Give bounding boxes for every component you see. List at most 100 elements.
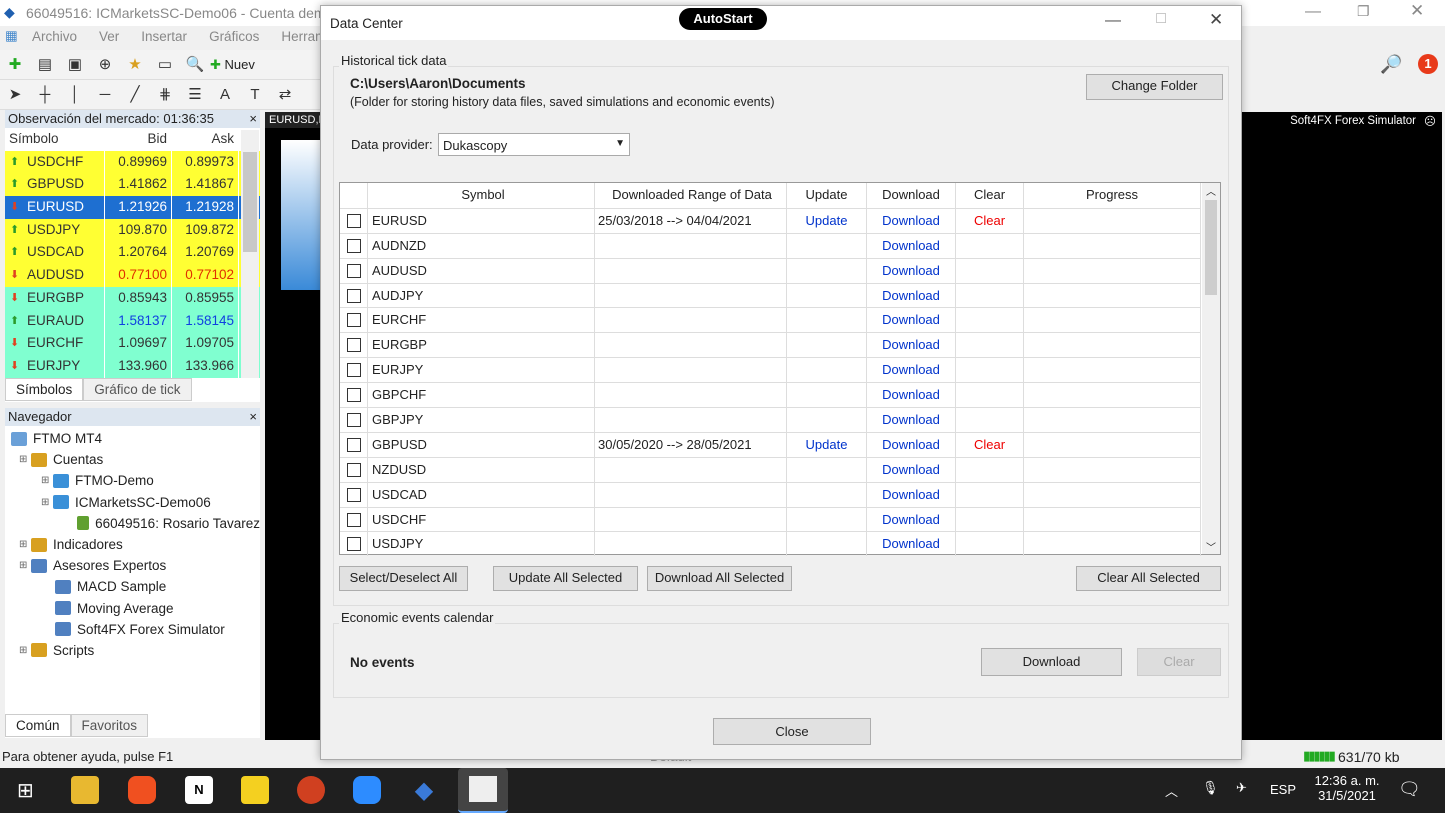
zoom-icon[interactable] bbox=[353, 776, 381, 804]
market-watch-row[interactable]: ⬇ AUDUSD 0.77100 0.77102 bbox=[5, 264, 260, 287]
market-watch-row[interactable]: ⬆ USDCHF 0.89969 0.89973 bbox=[5, 150, 260, 174]
clear-all-selected-button[interactable]: Clear All Selected bbox=[1076, 566, 1221, 591]
row-checkbox[interactable] bbox=[347, 462, 361, 477]
microphone-icon[interactable]: 🎙 bbox=[1202, 780, 1219, 796]
table-scrollbar[interactable]: ︿ ﹀ bbox=[1202, 183, 1220, 554]
horizontal-line-icon[interactable]: ─ bbox=[94, 86, 116, 106]
crosshair-tool-icon[interactable]: ┼ bbox=[34, 86, 56, 106]
row-checkbox[interactable] bbox=[347, 238, 361, 253]
clear-link[interactable]: Clear bbox=[956, 431, 1024, 457]
terminal-icon[interactable]: ▭ bbox=[154, 55, 176, 75]
tab-favorites[interactable]: Favoritos bbox=[70, 714, 149, 737]
row-checkbox[interactable] bbox=[347, 338, 361, 353]
menu-archivo[interactable]: Archivo bbox=[32, 29, 77, 44]
navigator-item[interactable]: FTMO MT4 bbox=[5, 428, 260, 449]
notification-badge[interactable]: 1 bbox=[1418, 54, 1438, 74]
download-link[interactable]: Download bbox=[867, 431, 956, 457]
clock[interactable]: 12:36 a. m. 31/5/2021 bbox=[1312, 773, 1382, 803]
row-checkbox[interactable] bbox=[347, 363, 361, 378]
row-checkbox[interactable] bbox=[347, 512, 361, 527]
navigator-item[interactable]: ⊞ Cuentas bbox=[5, 449, 260, 470]
close-icon[interactable]: × bbox=[249, 409, 257, 424]
expand-icon[interactable]: ⊞ bbox=[19, 645, 31, 656]
dialog-close-button[interactable]: ✕ bbox=[1209, 10, 1223, 30]
download-link[interactable]: Download bbox=[867, 207, 956, 233]
download-link[interactable]: Download bbox=[867, 307, 956, 333]
navigator-item[interactable]: Soft4FX Forex Simulator bbox=[5, 619, 260, 640]
crosshair-icon[interactable]: ⊕ bbox=[94, 55, 116, 75]
cursor-icon[interactable]: ➤ bbox=[4, 85, 26, 105]
update-link[interactable]: Update bbox=[787, 431, 867, 457]
download-link[interactable]: Download bbox=[867, 481, 956, 507]
tab-tick-chart[interactable]: Gráfico de tick bbox=[83, 378, 192, 401]
select-deselect-all-button[interactable]: Select/Deselect All bbox=[339, 566, 468, 591]
column-bid[interactable]: Bid bbox=[105, 128, 172, 151]
row-checkbox[interactable] bbox=[347, 487, 361, 502]
navigator-item[interactable]: ⊞ Asesores Expertos bbox=[5, 555, 260, 576]
market-watch-row[interactable]: ⬇ EURJPY 133.960 133.966 bbox=[5, 354, 260, 378]
download-all-selected-button[interactable]: Download All Selected bbox=[647, 566, 792, 591]
trendline-icon[interactable]: ╱ bbox=[124, 85, 146, 105]
tray-chevron-icon[interactable]: ︿ bbox=[1165, 781, 1178, 800]
market-watch-row[interactable]: ⬆ EURAUD 1.58137 1.58145 bbox=[5, 309, 260, 333]
chart-window-right[interactable]: Soft4FX Forex Simulator ☹ bbox=[1242, 112, 1442, 740]
brave-icon[interactable] bbox=[128, 776, 156, 804]
download-link[interactable]: Download bbox=[867, 232, 956, 258]
economic-download-button[interactable]: Download bbox=[981, 648, 1122, 676]
update-link[interactable]: Update bbox=[787, 207, 867, 233]
vertical-line-icon[interactable]: │ bbox=[64, 86, 86, 106]
provider-select[interactable]: Dukascopy ▼ bbox=[438, 133, 630, 156]
change-folder-button[interactable]: Change Folder bbox=[1086, 74, 1223, 100]
market-watch-icon[interactable]: ▣ bbox=[64, 55, 86, 75]
minimize-button[interactable]: — bbox=[1305, 3, 1321, 21]
channel-icon[interactable]: ⋕ bbox=[154, 85, 176, 105]
download-link[interactable]: Download bbox=[867, 332, 956, 358]
market-watch-row[interactable]: ⬆ USDJPY 109.870 109.872 bbox=[5, 218, 260, 242]
restore-button[interactable]: ❐ bbox=[1357, 3, 1370, 20]
expand-icon[interactable]: ⊞ bbox=[41, 497, 53, 508]
navigator-item[interactable]: ⊞ FTMO-Demo bbox=[5, 470, 260, 491]
powerpoint-icon[interactable] bbox=[297, 776, 325, 804]
scroll-down-icon[interactable]: ﹀ bbox=[1202, 539, 1220, 554]
column-symbol[interactable]: Símbolo bbox=[5, 128, 105, 151]
expand-icon[interactable]: ⊞ bbox=[19, 539, 31, 550]
close-icon[interactable]: × bbox=[249, 111, 257, 126]
autostart-overlay[interactable]: AutoStart bbox=[679, 8, 767, 30]
tester-icon[interactable]: 🔍 bbox=[184, 55, 206, 75]
chart-tab-label[interactable]: EURUSD,M bbox=[265, 112, 328, 128]
network-icon[interactable]: ✈ bbox=[1236, 780, 1247, 796]
favorites-icon[interactable]: ★ bbox=[124, 55, 146, 75]
label-icon[interactable]: T bbox=[244, 86, 266, 106]
navigator-item[interactable]: Moving Average bbox=[5, 598, 260, 619]
download-link[interactable]: Download bbox=[867, 531, 956, 557]
dialog-minimize-button[interactable]: — bbox=[1105, 12, 1121, 30]
row-checkbox[interactable] bbox=[347, 263, 361, 278]
new-chart-icon[interactable]: ✚ bbox=[4, 55, 26, 75]
navigator-item[interactable]: 66049516: Rosario Tavarez bbox=[5, 513, 260, 534]
download-link[interactable]: Download bbox=[867, 257, 956, 283]
navigator-item[interactable]: MACD Sample bbox=[5, 576, 260, 597]
expand-icon[interactable]: ⊞ bbox=[41, 475, 53, 486]
navigator-item[interactable]: ⊞ Scripts bbox=[5, 640, 260, 661]
file-explorer-icon[interactable] bbox=[71, 776, 99, 804]
row-checkbox[interactable] bbox=[347, 313, 361, 328]
tab-common[interactable]: Común bbox=[5, 714, 71, 737]
market-watch-row[interactable]: ⬇ EURGBP 0.85943 0.85955 bbox=[5, 286, 260, 310]
row-checkbox[interactable] bbox=[347, 437, 361, 452]
close-dialog-button[interactable]: Close bbox=[713, 718, 871, 745]
row-checkbox[interactable] bbox=[347, 388, 361, 403]
download-link[interactable]: Download bbox=[867, 282, 956, 308]
profiles-icon[interactable]: ▤ bbox=[34, 55, 56, 75]
market-watch-row[interactable]: ⬆ USDCAD 1.20764 1.20769 bbox=[5, 241, 260, 265]
close-button[interactable]: ✕ bbox=[1410, 1, 1424, 21]
search-icon[interactable]: 🔎 bbox=[1380, 54, 1402, 75]
update-all-selected-button[interactable]: Update All Selected bbox=[493, 566, 638, 591]
chart-window[interactable]: EURUSD,M bbox=[265, 112, 328, 740]
row-checkbox[interactable] bbox=[347, 213, 361, 228]
market-watch-row[interactable]: ⬆ GBPUSD 1.41862 1.41867 bbox=[5, 173, 260, 197]
row-checkbox[interactable] bbox=[347, 537, 361, 552]
download-link[interactable]: Download bbox=[867, 456, 956, 482]
menu-gráficos[interactable]: Gráficos bbox=[209, 29, 259, 44]
new-order-button[interactable]: ✚ Nuev bbox=[210, 57, 255, 72]
column-ask[interactable]: Ask bbox=[172, 128, 239, 151]
